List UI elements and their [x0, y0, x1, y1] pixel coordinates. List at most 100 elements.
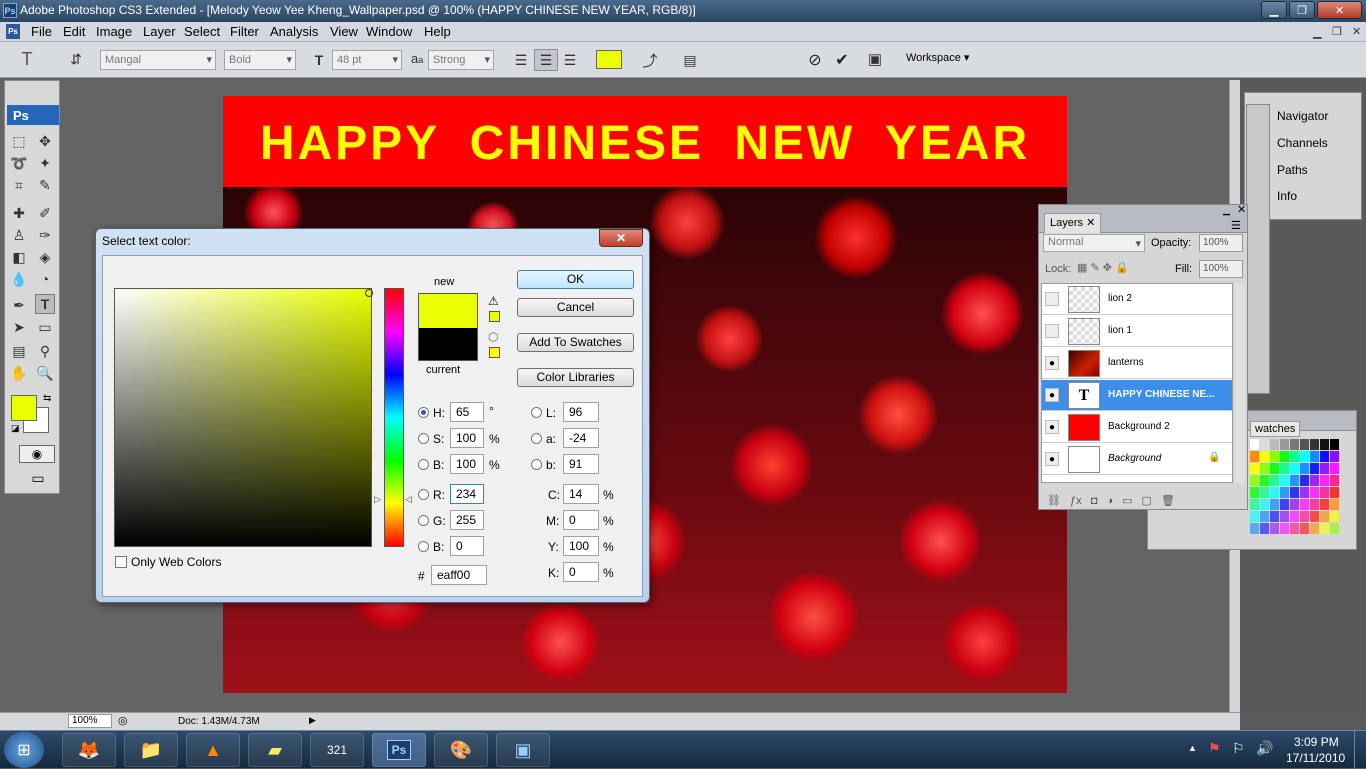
- swatch[interactable]: [1290, 439, 1299, 450]
- canvas-headline[interactable]: HAPPY CHINESE NEW YEAR: [223, 96, 1067, 187]
- default-colors-icon[interactable]: ◪: [11, 423, 20, 434]
- font-size-select[interactable]: 48 pt: [332, 50, 402, 70]
- zoom-tool-icon[interactable]: 🔍: [35, 363, 55, 383]
- lab-b-field[interactable]: 91: [563, 454, 599, 474]
- swatch[interactable]: [1300, 463, 1309, 474]
- y-field[interactable]: 100: [563, 536, 599, 556]
- text-orientation-icon[interactable]: ⇵: [66, 48, 86, 70]
- swatch[interactable]: [1300, 475, 1309, 486]
- swatch[interactable]: [1280, 463, 1289, 474]
- tray-security-icon[interactable]: ⚑: [1208, 740, 1221, 757]
- swatch[interactable]: [1270, 451, 1279, 462]
- eye-icon[interactable]: ●: [1045, 388, 1059, 402]
- eye-hidden-icon[interactable]: [1045, 324, 1059, 338]
- radio-b[interactable]: [418, 459, 429, 470]
- layers-scrollbar[interactable]: [1235, 283, 1245, 483]
- swatch[interactable]: [1320, 499, 1329, 510]
- swatch[interactable]: [1320, 463, 1329, 474]
- swatch[interactable]: [1290, 487, 1299, 498]
- swatch[interactable]: [1260, 523, 1269, 534]
- swatch[interactable]: [1270, 499, 1279, 510]
- swatch[interactable]: [1310, 499, 1319, 510]
- swatch[interactable]: [1330, 463, 1339, 474]
- eye-icon[interactable]: ●: [1045, 420, 1059, 434]
- blue-field[interactable]: 0: [450, 536, 484, 556]
- swatch[interactable]: [1310, 487, 1319, 498]
- slice-tool-icon[interactable]: ✎: [35, 175, 55, 195]
- swatch[interactable]: [1270, 439, 1279, 450]
- swap-colors-icon[interactable]: ⇆: [43, 393, 51, 404]
- eyedropper-icon[interactable]: ⚲: [35, 341, 55, 361]
- gamut-warning-icon[interactable]: ⚠: [488, 294, 499, 308]
- g-field[interactable]: 255: [450, 510, 484, 530]
- menu-file[interactable]: File: [31, 24, 52, 39]
- explorer-icon[interactable]: 📁: [124, 733, 178, 767]
- doc-close-icon[interactable]: ✕: [1352, 25, 1361, 38]
- swatch[interactable]: [1250, 511, 1259, 522]
- swatch[interactable]: [1320, 511, 1329, 522]
- hue-slider-right-arrow[interactable]: ◁: [405, 494, 412, 505]
- brush-tool-icon[interactable]: ✐: [35, 203, 55, 223]
- dock-channels[interactable]: Channels: [1277, 136, 1328, 150]
- only-web-colors-checkbox[interactable]: [115, 556, 127, 568]
- panel-close-icon[interactable]: ✕: [1237, 203, 1246, 216]
- swatch[interactable]: [1310, 463, 1319, 474]
- crop-tool-icon[interactable]: ⌗: [9, 175, 29, 195]
- healing-brush-icon[interactable]: ✚: [9, 203, 29, 223]
- swatch[interactable]: [1330, 487, 1339, 498]
- r-field[interactable]: 234: [450, 484, 484, 504]
- swatches-tab[interactable]: watches: [1250, 421, 1301, 437]
- k-field[interactable]: 0: [563, 562, 599, 582]
- c-field[interactable]: 14: [563, 484, 599, 504]
- picture-viewer-icon[interactable]: ▣: [496, 733, 550, 767]
- radio-h[interactable]: [418, 407, 429, 418]
- layers-tab[interactable]: Layers ✕: [1044, 213, 1102, 233]
- paint-icon[interactable]: 🎨: [434, 733, 488, 767]
- swatch[interactable]: [1280, 499, 1289, 510]
- swatch[interactable]: [1290, 463, 1299, 474]
- align-right-icon[interactable]: ☰: [560, 50, 580, 70]
- swatch-grid[interactable]: [1250, 439, 1340, 535]
- panel-collapse-icon[interactable]: ▁: [1223, 205, 1230, 216]
- media-player-icon[interactable]: 321: [310, 733, 364, 767]
- swatch[interactable]: [1270, 475, 1279, 486]
- layer-row[interactable]: lion 1: [1042, 316, 1232, 347]
- swatch[interactable]: [1320, 475, 1329, 486]
- panel-menu-icon[interactable]: ☰: [1231, 219, 1241, 232]
- font-style-select[interactable]: Bold: [224, 50, 296, 70]
- radio-a[interactable]: [531, 433, 542, 444]
- dock-info[interactable]: Info: [1277, 189, 1297, 203]
- show-desktop-button[interactable]: [1354, 731, 1366, 769]
- swatch[interactable]: [1310, 439, 1319, 450]
- swatch[interactable]: [1300, 511, 1309, 522]
- vlc-icon[interactable]: ▲: [186, 733, 240, 767]
- path-select-icon[interactable]: ➤: [9, 317, 29, 337]
- paint-bucket-icon[interactable]: ◈: [35, 247, 55, 267]
- menu-edit[interactable]: Edit: [63, 24, 85, 39]
- menu-view[interactable]: View: [330, 24, 358, 39]
- radio-blue[interactable]: [418, 541, 429, 552]
- color-field-marker[interactable]: [365, 289, 373, 297]
- app-icon[interactable]: Ps: [3, 3, 17, 18]
- swatch[interactable]: [1260, 487, 1269, 498]
- swatch[interactable]: [1270, 511, 1279, 522]
- menu-help[interactable]: Help: [424, 24, 451, 39]
- doc-minimize-icon[interactable]: ▁: [1313, 26, 1321, 39]
- swatch[interactable]: [1260, 475, 1269, 486]
- web-safe-swatch[interactable]: [489, 347, 500, 358]
- lasso-tool-icon[interactable]: ➰: [9, 153, 29, 173]
- s-field[interactable]: 100: [450, 428, 484, 448]
- eraser-tool-icon[interactable]: ◧: [9, 247, 29, 267]
- cancel-button[interactable]: Cancel: [517, 298, 634, 317]
- palettes-icon[interactable]: ▤: [679, 49, 701, 71]
- swatch[interactable]: [1290, 511, 1299, 522]
- swatch[interactable]: [1320, 439, 1329, 450]
- dodge-tool-icon[interactable]: ◔: [35, 269, 55, 289]
- hue-slider-left-arrow[interactable]: ▷: [374, 494, 381, 505]
- swatch[interactable]: [1300, 523, 1309, 534]
- text-color-swatch[interactable]: [596, 50, 622, 69]
- color-libraries-button[interactable]: Color Libraries: [517, 368, 634, 387]
- move-tool-icon[interactable]: ✥: [35, 131, 55, 151]
- swatch[interactable]: [1310, 451, 1319, 462]
- radio-lab-b[interactable]: [531, 459, 542, 470]
